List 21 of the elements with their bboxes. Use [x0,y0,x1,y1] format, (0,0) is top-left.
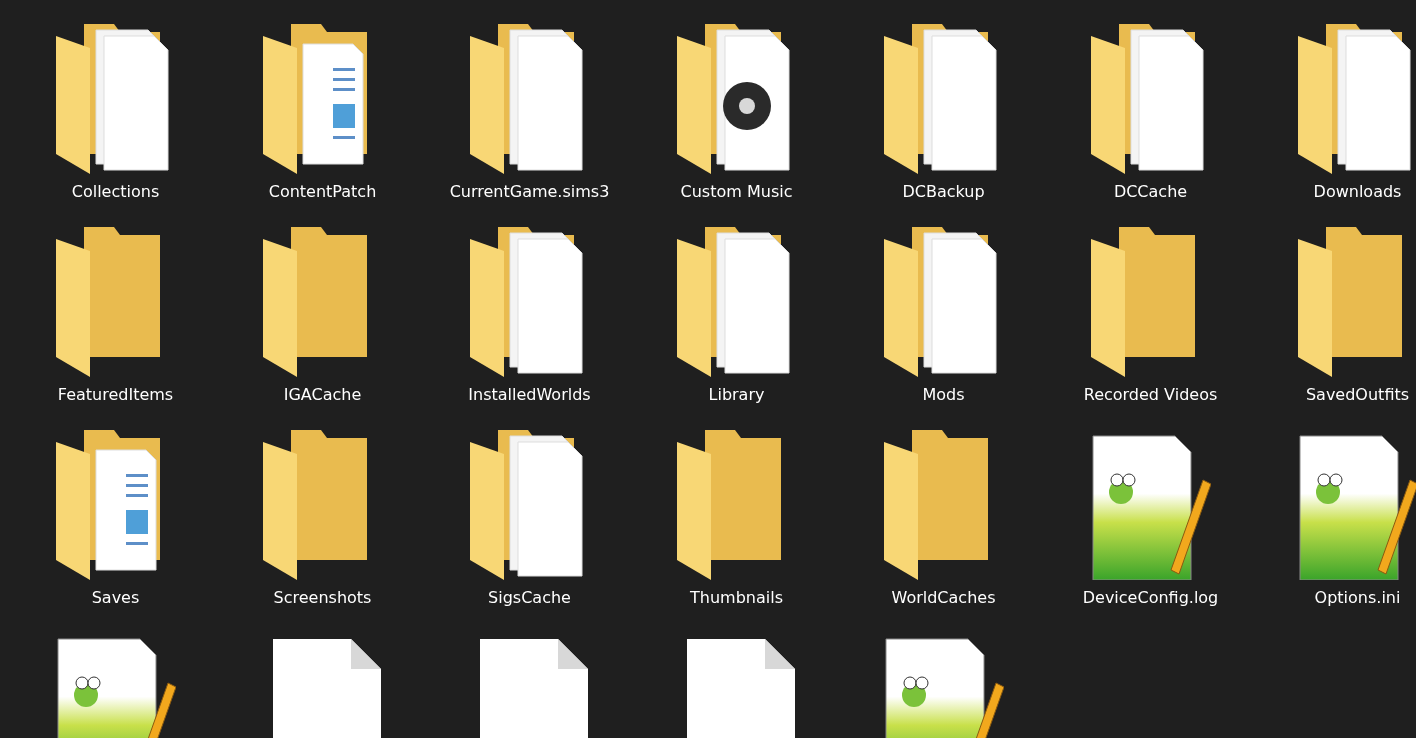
file-name[interactable]: DeviceConfig.log [1082,588,1219,607]
file-name[interactable]: DCBackup [902,182,985,201]
file-name[interactable]: Downloads [1313,182,1402,201]
file-name[interactable]: Custom Music [680,182,793,201]
file-name[interactable]: Saves [91,588,140,607]
file-name[interactable]: Mods [922,385,965,404]
file-name[interactable]: Collections [71,182,160,201]
file-name[interactable]: ContentPatch [268,182,377,201]
file-name[interactable]: WorldCaches [891,588,996,607]
file-name[interactable]: Library [708,385,765,404]
file-name[interactable]: DCCache [1113,182,1188,201]
file-name[interactable]: SigsCache [488,588,571,607]
file-name[interactable]: Screenshots [273,588,372,607]
file-name[interactable]: CurrentGame.sims3 [449,182,610,201]
file-name[interactable]: Thumbnails [690,588,783,607]
file-name[interactable]: Recorded Videos [1083,385,1218,404]
file-name[interactable]: FeaturedItems [57,385,174,404]
file-name[interactable]: SavedOutfits [1305,385,1410,404]
file-name[interactable]: Options.ini [1314,588,1401,607]
file-name[interactable]: InstalledWorlds [468,385,591,404]
file-name[interactable]: IGACache [283,385,362,404]
